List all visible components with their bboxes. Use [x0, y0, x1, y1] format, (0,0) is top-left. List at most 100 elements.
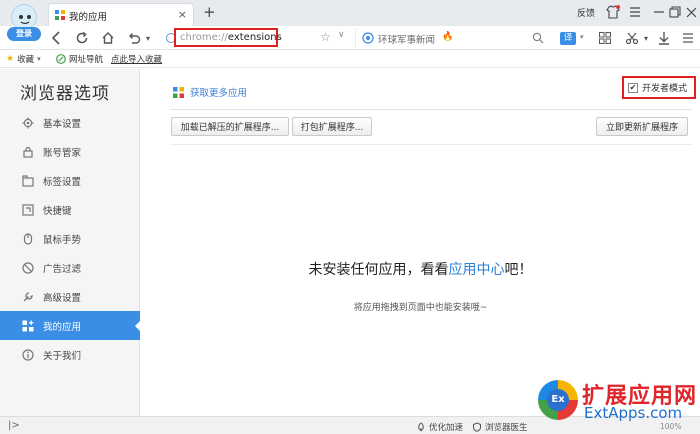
undo-dropdown-icon[interactable]: ▾ — [140, 30, 156, 46]
bookmark-label: 点此导入收藏 — [111, 55, 163, 65]
browser-doctor-label: 浏览器医生 — [485, 423, 528, 433]
new-tab-button[interactable]: + — [203, 3, 216, 21]
watermark-logo-text: Ex — [547, 389, 569, 411]
empty-state-hint: 将应用拖拽到页面中也能安装哦~ — [353, 303, 488, 313]
minimize-icon[interactable] — [652, 5, 666, 19]
sidebar-item-basic[interactable]: 基本设置 — [0, 108, 140, 137]
watermark-logo-icon: Ex — [538, 380, 578, 420]
sidebar-item-label: 鼠标手势 — [43, 234, 82, 246]
tab-close-icon[interactable]: × — [178, 8, 187, 21]
gear-icon — [22, 117, 34, 129]
developer-mode-label: 开发者模式 — [642, 84, 688, 94]
settings-menu: 基本设置 账号管家 标签设置 快捷键 鼠标手势 广告过滤 高级设置 我的应用 关… — [0, 108, 141, 369]
tabs-icon — [22, 174, 34, 187]
close-window-icon[interactable] — [684, 5, 698, 19]
shield-icon — [472, 422, 482, 432]
download-icon[interactable] — [656, 30, 672, 46]
search-text: 环球军事新闻 — [378, 35, 436, 46]
back-icon[interactable] — [48, 30, 64, 46]
page-title: 浏览器选项 — [20, 84, 110, 104]
feedback-link[interactable]: 反馈 — [577, 6, 595, 19]
update-extensions-button[interactable]: 立即更新扩展程序 — [596, 117, 688, 136]
bookmark-bar: ★ 收藏 ▾ 网址导航 点此导入收藏 — [0, 50, 700, 68]
tab-bar: 登录 我的应用 × + 反馈 — [0, 0, 700, 41]
bookmark-label: 网址导航 — [69, 55, 104, 65]
restore-icon[interactable] — [668, 5, 682, 19]
url-highlight[interactable]: chrome://extensions — [174, 28, 282, 47]
url-path: extensions — [227, 32, 282, 43]
bookmark-star-icon[interactable]: ☆ — [320, 30, 331, 44]
sidebar-item-about[interactable]: 关于我们 — [0, 340, 140, 369]
load-unpacked-button[interactable]: 加载已解压的扩展程序... — [171, 117, 289, 136]
sidebar-item-gestures[interactable]: 鼠标手势 — [0, 224, 140, 253]
nav-icon — [56, 54, 66, 64]
browser-doctor-button[interactable]: 浏览器医生 — [472, 421, 528, 433]
navigation-bar: ▾ chrome://extensions ☆ ∨ 环球军事新闻 🔥 译 ▾ ▾ — [0, 26, 700, 50]
sidebar-item-advanced[interactable]: 高级设置 — [0, 282, 140, 311]
get-more-apps-link[interactable]: 获取更多应用 — [173, 85, 247, 99]
settings-sidebar: 浏览器选项 基本设置 账号管家 标签设置 快捷键 鼠标手势 广告过滤 高级设置 — [0, 69, 141, 416]
user-avatar[interactable]: 登录 — [4, 3, 44, 41]
block-icon — [22, 261, 34, 274]
tab-my-apps[interactable]: 我的应用 × — [48, 3, 194, 26]
app-center-link[interactable]: 应用中心 — [449, 262, 505, 278]
more-menu-icon[interactable] — [680, 30, 696, 46]
apps-icon — [22, 320, 34, 332]
sidebar-item-label: 标签设置 — [43, 176, 82, 188]
watermark-subtitle: ExtApps.com — [584, 404, 683, 422]
sidebar-item-adblock[interactable]: 广告过滤 — [0, 253, 140, 282]
home-icon[interactable] — [100, 30, 116, 46]
chevron-down-icon: ▾ — [37, 55, 41, 63]
apps-colored-icon — [173, 86, 184, 98]
wrench-icon — [22, 291, 34, 303]
sidebar-item-label: 基本设置 — [43, 118, 82, 130]
divider — [170, 109, 692, 110]
skin-icon[interactable] — [606, 5, 620, 19]
refresh-icon[interactable] — [74, 30, 90, 46]
pack-extension-button[interactable]: 打包扩展程序... — [292, 117, 372, 136]
chevron-down-icon[interactable]: ∨ — [338, 30, 345, 40]
search-engine-icon[interactable] — [362, 32, 374, 44]
login-button[interactable]: 登录 — [7, 27, 41, 41]
sidebar-item-account[interactable]: 账号管家 — [0, 137, 140, 166]
sidebar-toggle-button[interactable]: |> — [8, 420, 20, 431]
bookmark-favorites[interactable]: ★ 收藏 ▾ — [6, 53, 41, 65]
sidebar-item-tabs[interactable]: 标签设置 — [0, 166, 140, 195]
bookmark-import[interactable]: 点此导入收藏 — [111, 53, 162, 65]
info-icon — [22, 348, 34, 361]
bookmark-nav[interactable]: 网址导航 — [56, 53, 103, 65]
apps-tab-icon — [55, 10, 65, 20]
mouse-icon — [22, 232, 34, 245]
keyboard-icon — [22, 203, 34, 216]
translate-dropdown-icon[interactable]: ▾ — [580, 33, 584, 41]
translate-button[interactable]: 译 — [560, 32, 576, 45]
watermark: Ex 扩展应用网 ExtApps.com — [538, 378, 700, 434]
tab-title: 我的应用 — [69, 12, 108, 23]
fire-icon: 🔥 — [442, 32, 454, 42]
sidebar-item-label: 我的应用 — [43, 321, 82, 333]
sidebar-item-label: 广告过滤 — [43, 263, 82, 275]
developer-mode-checkbox[interactable]: ✔ — [628, 82, 638, 93]
developer-mode-toggle[interactable]: ✔ 开发者模式 — [622, 76, 696, 99]
sidebar-item-my-apps[interactable]: 我的应用 — [0, 311, 141, 340]
star-icon: ★ — [6, 54, 15, 64]
bookmark-label: 收藏 — [17, 55, 35, 65]
search-icon[interactable] — [532, 32, 544, 44]
sidebar-item-label: 快捷键 — [43, 205, 72, 217]
url-scheme: chrome:// — [180, 32, 228, 43]
sidebar-item-shortcuts[interactable]: 快捷键 — [0, 195, 140, 224]
search-box[interactable]: 环球军事新闻 🔥 — [355, 28, 550, 48]
menu-icon[interactable] — [628, 5, 642, 19]
grid-icon[interactable] — [597, 30, 613, 46]
empty-prefix: 未安装任何应用，看看 — [308, 262, 449, 278]
scissors-dropdown-icon[interactable]: ▾ — [638, 30, 654, 46]
empty-state-message: 未安装任何应用，看看应用中心吧！ — [141, 259, 700, 279]
rocket-icon — [416, 422, 426, 432]
lock-icon — [22, 146, 34, 158]
extensions-panel: 获取更多应用 ✔ 开发者模式 加载已解压的扩展程序... 打包扩展程序... 立… — [141, 69, 700, 416]
sidebar-item-label: 关于我们 — [43, 350, 82, 362]
sidebar-item-label: 高级设置 — [43, 292, 82, 304]
get-more-apps-label: 获取更多应用 — [190, 88, 248, 99]
empty-suffix: 吧！ — [504, 262, 533, 278]
optimize-button[interactable]: 优化加速 — [416, 421, 463, 433]
